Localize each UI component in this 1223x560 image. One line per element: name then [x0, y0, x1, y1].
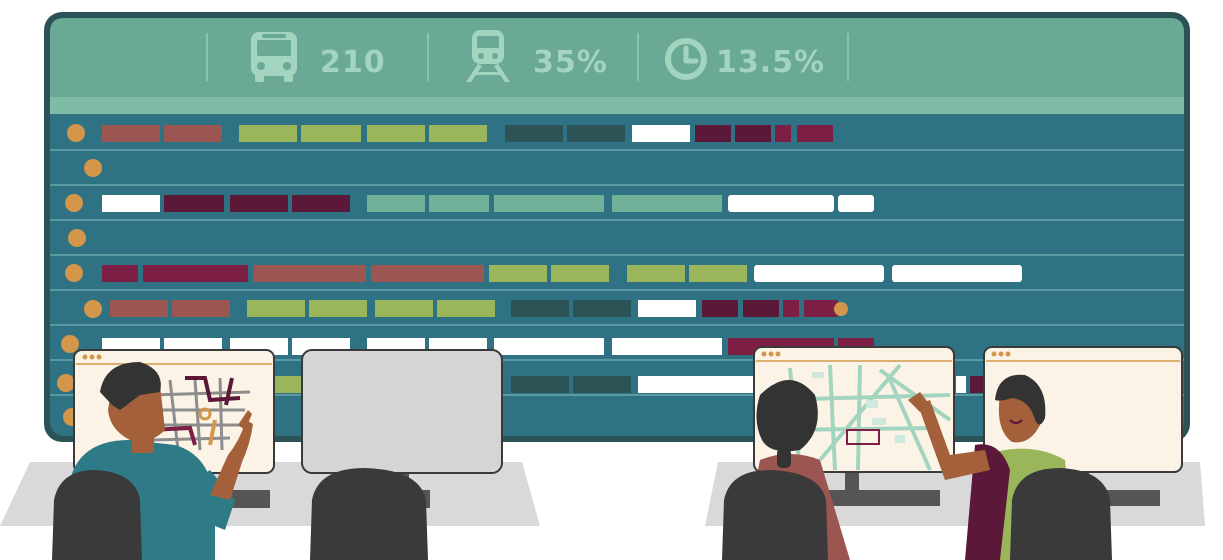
delay-percent: 13.5% [716, 45, 825, 80]
chair [310, 468, 428, 560]
blank-monitor [301, 349, 503, 490]
chair [722, 470, 828, 560]
bus-icon [251, 32, 297, 82]
train-share: 35% [533, 45, 608, 80]
chair [1010, 468, 1112, 560]
stats-header [50, 18, 1184, 97]
control-room-illustration: 210 35% 13.5% [0, 12, 1205, 560]
train-icon [466, 30, 510, 82]
chair [52, 470, 142, 560]
bus-count: 210 [320, 45, 386, 80]
stats-header-band [50, 97, 1184, 114]
